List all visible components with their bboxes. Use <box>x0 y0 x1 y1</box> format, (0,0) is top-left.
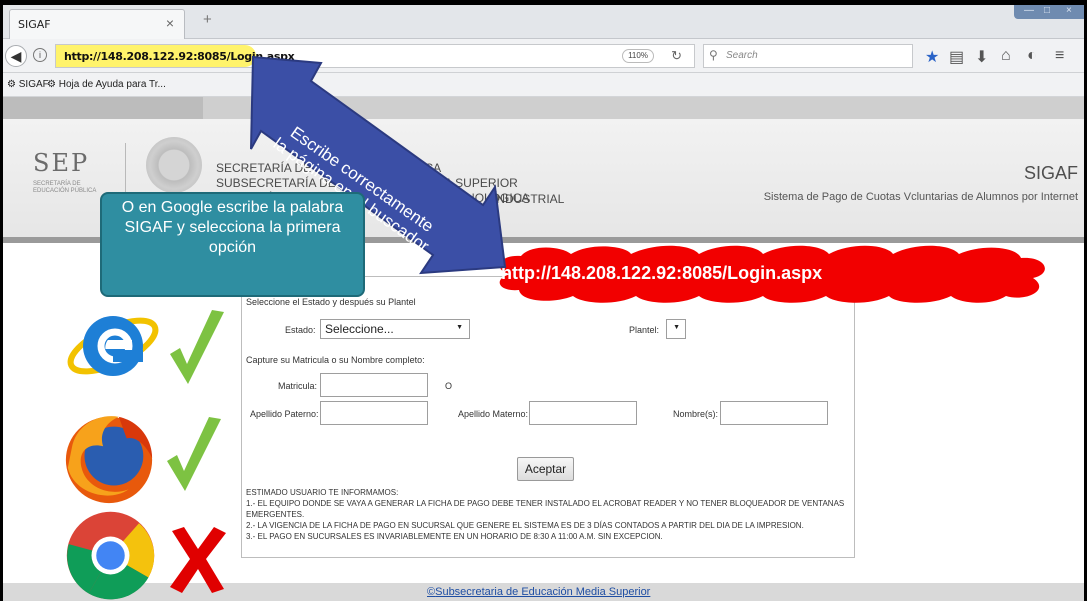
double-arrow-icon <box>250 55 507 275</box>
google-tip-callout: O en Google escribe la palabra SIGAF y s… <box>100 192 365 297</box>
checkmark-icon <box>170 310 224 384</box>
checkmark-icon <box>167 417 221 491</box>
screenshot-frame: SIGAF × + — □ × ◀ i http://148.208.122.9… <box>3 5 1084 601</box>
chrome-icon <box>66 511 155 600</box>
x-mark-icon <box>170 527 226 593</box>
internet-explorer-icon <box>67 316 159 376</box>
firefox-icon <box>65 416 153 504</box>
